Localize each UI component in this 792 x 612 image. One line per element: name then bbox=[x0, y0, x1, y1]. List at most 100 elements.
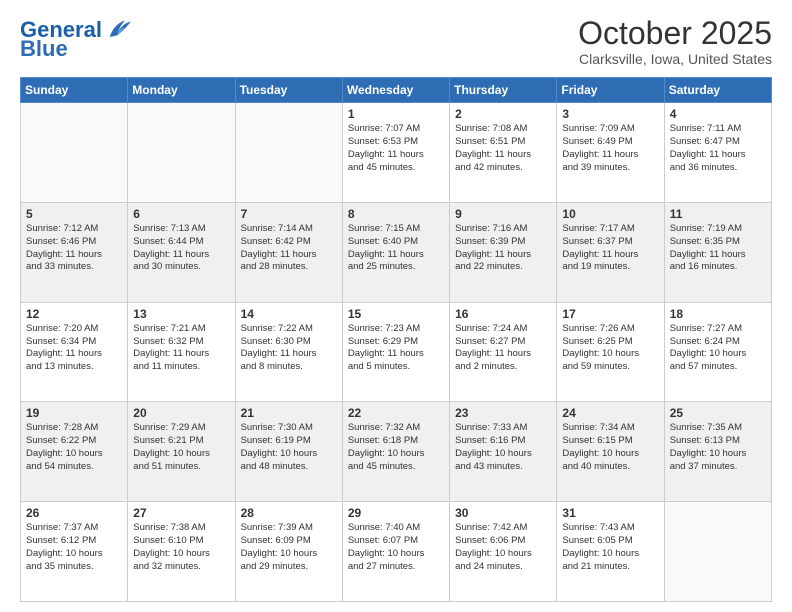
day-info: Sunrise: 7:08 AM Sunset: 6:51 PM Dayligh… bbox=[455, 123, 551, 174]
day-info: Sunrise: 7:34 AM Sunset: 6:15 PM Dayligh… bbox=[562, 422, 658, 473]
calendar-header-thursday: Thursday bbox=[450, 78, 557, 103]
calendar-header-tuesday: Tuesday bbox=[235, 78, 342, 103]
day-number: 1 bbox=[348, 107, 444, 121]
day-number: 21 bbox=[241, 406, 337, 420]
day-number: 16 bbox=[455, 307, 551, 321]
calendar-day-15: 15Sunrise: 7:23 AM Sunset: 6:29 PM Dayli… bbox=[342, 302, 449, 402]
calendar-day-3: 3Sunrise: 7:09 AM Sunset: 6:49 PM Daylig… bbox=[557, 103, 664, 203]
day-number: 19 bbox=[26, 406, 122, 420]
calendar-week-row: 5 Sunrise: 7:12 AM Sunset: 6:46 PM Daylig… bbox=[21, 202, 772, 302]
calendar-day-18: 18 Sunrise: 7:27 AM Sunset: 6:24 PM Dayli… bbox=[664, 302, 771, 402]
calendar-day-23: 23Sunrise: 7:33 AM Sunset: 6:16 PM Dayli… bbox=[450, 402, 557, 502]
day-info: Sunrise: 7:29 AM Sunset: 6:21 PM Dayligh… bbox=[133, 422, 229, 473]
day-number: 3 bbox=[562, 107, 658, 121]
day-info: Sunrise: 7:19 AM Sunset: 6:35 PM Dayligh… bbox=[670, 223, 766, 274]
day-number: 29 bbox=[348, 506, 444, 520]
day-number: 4 bbox=[670, 107, 766, 121]
calendar-day-5: 5 Sunrise: 7:12 AM Sunset: 6:46 PM Daylig… bbox=[21, 202, 128, 302]
calendar-day-24: 24Sunrise: 7:34 AM Sunset: 6:15 PM Dayli… bbox=[557, 402, 664, 502]
day-info: Sunrise: 7:20 AM Sunset: 6:34 PM Dayligh… bbox=[26, 323, 122, 374]
calendar-day-12: 12Sunrise: 7:20 AM Sunset: 6:34 PM Dayli… bbox=[21, 302, 128, 402]
day-number: 6 bbox=[133, 207, 229, 221]
day-number: 27 bbox=[133, 506, 229, 520]
calendar-day-16: 16 Sunrise: 7:24 AM Sunset: 6:27 PM Dayli… bbox=[450, 302, 557, 402]
day-info: Sunrise: 7:12 AM Sunset: 6:46 PM Dayligh… bbox=[26, 223, 122, 274]
calendar-day-26: 26Sunrise: 7:37 AM Sunset: 6:12 PM Dayli… bbox=[21, 502, 128, 602]
calendar-day-empty bbox=[664, 502, 771, 602]
day-info: Sunrise: 7:38 AM Sunset: 6:10 PM Dayligh… bbox=[133, 522, 229, 573]
calendar-day-27: 27 Sunrise: 7:38 AM Sunset: 6:10 PM Dayli… bbox=[128, 502, 235, 602]
day-info: Sunrise: 7:42 AM Sunset: 6:06 PM Dayligh… bbox=[455, 522, 551, 573]
calendar-day-30: 30Sunrise: 7:42 AM Sunset: 6:06 PM Dayli… bbox=[450, 502, 557, 602]
calendar-day-28: 28 Sunrise: 7:39 AM Sunset: 6:09 PM Dayli… bbox=[235, 502, 342, 602]
day-info: Sunrise: 7:15 AM Sunset: 6:40 PM Dayligh… bbox=[348, 223, 444, 274]
calendar-day-19: 19 Sunrise: 7:28 AM Sunset: 6:22 PM Dayli… bbox=[21, 402, 128, 502]
calendar-day-6: 6 Sunrise: 7:13 AM Sunset: 6:44 PM Daylig… bbox=[128, 202, 235, 302]
title-block: October 2025 Clarksville, Iowa, United S… bbox=[578, 16, 772, 67]
logo-blue: Blue bbox=[20, 40, 68, 58]
calendar-header-sunday: Sunday bbox=[21, 78, 128, 103]
day-number: 31 bbox=[562, 506, 658, 520]
day-number: 28 bbox=[241, 506, 337, 520]
calendar-week-row: 1 Sunrise: 7:07 AM Sunset: 6:53 PM Daylig… bbox=[21, 103, 772, 203]
calendar-day-13: 13Sunrise: 7:21 AM Sunset: 6:32 PM Dayli… bbox=[128, 302, 235, 402]
day-info: Sunrise: 7:26 AM Sunset: 6:25 PM Dayligh… bbox=[562, 323, 658, 374]
day-number: 13 bbox=[133, 307, 229, 321]
calendar-day-9: 9 Sunrise: 7:16 AM Sunset: 6:39 PM Daylig… bbox=[450, 202, 557, 302]
day-number: 10 bbox=[562, 207, 658, 221]
logo: General Blue bbox=[20, 16, 132, 58]
calendar-day-11: 11Sunrise: 7:19 AM Sunset: 6:35 PM Dayli… bbox=[664, 202, 771, 302]
day-info: Sunrise: 7:22 AM Sunset: 6:30 PM Dayligh… bbox=[241, 323, 337, 374]
day-number: 17 bbox=[562, 307, 658, 321]
day-number: 5 bbox=[26, 207, 122, 221]
logo-bird-icon bbox=[104, 16, 132, 44]
day-number: 25 bbox=[670, 406, 766, 420]
day-number: 2 bbox=[455, 107, 551, 121]
day-info: Sunrise: 7:33 AM Sunset: 6:16 PM Dayligh… bbox=[455, 422, 551, 473]
day-info: Sunrise: 7:43 AM Sunset: 6:05 PM Dayligh… bbox=[562, 522, 658, 573]
day-info: Sunrise: 7:37 AM Sunset: 6:12 PM Dayligh… bbox=[26, 522, 122, 573]
day-info: Sunrise: 7:30 AM Sunset: 6:19 PM Dayligh… bbox=[241, 422, 337, 473]
day-info: Sunrise: 7:14 AM Sunset: 6:42 PM Dayligh… bbox=[241, 223, 337, 274]
day-info: Sunrise: 7:11 AM Sunset: 6:47 PM Dayligh… bbox=[670, 123, 766, 174]
calendar-day-22: 22Sunrise: 7:32 AM Sunset: 6:18 PM Dayli… bbox=[342, 402, 449, 502]
calendar-day-4: 4 Sunrise: 7:11 AM Sunset: 6:47 PM Daylig… bbox=[664, 103, 771, 203]
calendar-day-31: 31 Sunrise: 7:43 AM Sunset: 6:05 PM Dayli… bbox=[557, 502, 664, 602]
day-info: Sunrise: 7:27 AM Sunset: 6:24 PM Dayligh… bbox=[670, 323, 766, 374]
calendar-day-empty bbox=[21, 103, 128, 203]
calendar-day-1: 1 Sunrise: 7:07 AM Sunset: 6:53 PM Daylig… bbox=[342, 103, 449, 203]
calendar-header-row: SundayMondayTuesdayWednesdayThursdayFrid… bbox=[21, 78, 772, 103]
calendar-header-saturday: Saturday bbox=[664, 78, 771, 103]
header: General Blue October 2025 Clarksville, I… bbox=[20, 16, 772, 67]
day-info: Sunrise: 7:35 AM Sunset: 6:13 PM Dayligh… bbox=[670, 422, 766, 473]
day-info: Sunrise: 7:16 AM Sunset: 6:39 PM Dayligh… bbox=[455, 223, 551, 274]
day-number: 20 bbox=[133, 406, 229, 420]
day-info: Sunrise: 7:32 AM Sunset: 6:18 PM Dayligh… bbox=[348, 422, 444, 473]
calendar-day-25: 25 Sunrise: 7:35 AM Sunset: 6:13 PM Dayli… bbox=[664, 402, 771, 502]
calendar-day-29: 29 Sunrise: 7:40 AM Sunset: 6:07 PM Dayli… bbox=[342, 502, 449, 602]
calendar-week-row: 19 Sunrise: 7:28 AM Sunset: 6:22 PM Dayli… bbox=[21, 402, 772, 502]
calendar-week-row: 26Sunrise: 7:37 AM Sunset: 6:12 PM Dayli… bbox=[21, 502, 772, 602]
day-number: 9 bbox=[455, 207, 551, 221]
day-number: 7 bbox=[241, 207, 337, 221]
month-title: October 2025 bbox=[578, 16, 772, 51]
calendar-table: SundayMondayTuesdayWednesdayThursdayFrid… bbox=[20, 77, 772, 602]
calendar-day-empty bbox=[128, 103, 235, 203]
day-info: Sunrise: 7:24 AM Sunset: 6:27 PM Dayligh… bbox=[455, 323, 551, 374]
day-info: Sunrise: 7:07 AM Sunset: 6:53 PM Dayligh… bbox=[348, 123, 444, 174]
calendar-day-20: 20 Sunrise: 7:29 AM Sunset: 6:21 PM Dayli… bbox=[128, 402, 235, 502]
calendar-day-17: 17 Sunrise: 7:26 AM Sunset: 6:25 PM Dayli… bbox=[557, 302, 664, 402]
calendar-day-2: 2 Sunrise: 7:08 AM Sunset: 6:51 PM Daylig… bbox=[450, 103, 557, 203]
day-info: Sunrise: 7:23 AM Sunset: 6:29 PM Dayligh… bbox=[348, 323, 444, 374]
location: Clarksville, Iowa, United States bbox=[578, 51, 772, 67]
day-info: Sunrise: 7:40 AM Sunset: 6:07 PM Dayligh… bbox=[348, 522, 444, 573]
day-number: 14 bbox=[241, 307, 337, 321]
day-info: Sunrise: 7:39 AM Sunset: 6:09 PM Dayligh… bbox=[241, 522, 337, 573]
day-number: 18 bbox=[670, 307, 766, 321]
day-info: Sunrise: 7:13 AM Sunset: 6:44 PM Dayligh… bbox=[133, 223, 229, 274]
day-info: Sunrise: 7:28 AM Sunset: 6:22 PM Dayligh… bbox=[26, 422, 122, 473]
calendar-week-row: 12Sunrise: 7:20 AM Sunset: 6:34 PM Dayli… bbox=[21, 302, 772, 402]
day-number: 8 bbox=[348, 207, 444, 221]
calendar-day-14: 14 Sunrise: 7:22 AM Sunset: 6:30 PM Dayli… bbox=[235, 302, 342, 402]
calendar-header-wednesday: Wednesday bbox=[342, 78, 449, 103]
